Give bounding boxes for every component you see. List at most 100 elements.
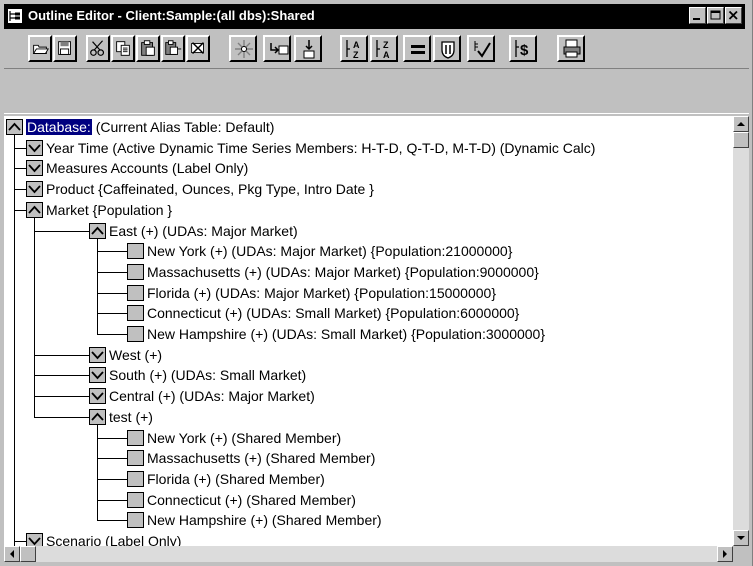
leaf-member-box[interactable] <box>127 470 144 487</box>
paste-button[interactable] <box>136 35 160 62</box>
scroll-down-button[interactable] <box>733 530 749 546</box>
tree-connector-line <box>14 135 15 546</box>
expand-toggle[interactable] <box>89 346 106 363</box>
tree-node[interactable]: test (+) <box>109 407 153 427</box>
vertical-scroll-thumb[interactable] <box>733 132 749 148</box>
vertical-scrollbar[interactable] <box>733 116 749 546</box>
member-name[interactable]: Measures <box>46 160 107 176</box>
leaf-member-box[interactable] <box>127 305 144 322</box>
member-name[interactable]: Central <box>109 388 154 404</box>
member-formula-button[interactable] <box>433 35 461 62</box>
member-name[interactable]: New York <box>147 430 206 446</box>
member-name[interactable]: New Hampshire <box>147 512 247 528</box>
leaf-member-box[interactable] <box>127 263 144 280</box>
sort-ascending-button[interactable]: AZ <box>340 35 368 62</box>
add-sibling-button[interactable] <box>263 35 291 62</box>
tree-node[interactable]: Market {Population } <box>46 200 172 220</box>
member-name[interactable]: East <box>109 223 137 239</box>
member-properties: (+) <box>131 408 153 425</box>
title-bar[interactable]: Outline Editor - Client:Sample:(all dbs)… <box>4 4 745 29</box>
member-name[interactable]: Florida <box>147 471 190 487</box>
tree-node[interactable]: New Hampshire (+) (UDAs: Small Market) {… <box>147 324 545 344</box>
tree-node[interactable]: Central (+) (UDAs: Major Market) <box>109 386 315 406</box>
scroll-right-button[interactable] <box>717 546 733 562</box>
member-name[interactable]: New York <box>147 243 206 259</box>
expand-toggle[interactable] <box>26 533 43 546</box>
member-name[interactable]: test <box>109 409 132 425</box>
tree-node[interactable]: New York (+) (Shared Member) <box>147 428 341 448</box>
member-name[interactable]: Scenario <box>46 533 101 546</box>
tree-node[interactable]: Massachusetts (+) (UDAs: Major Market) {… <box>147 262 539 282</box>
tree-node[interactable]: East (+) (UDAs: Major Market) <box>109 221 298 241</box>
add-child-button[interactable] <box>294 35 322 62</box>
member-name[interactable]: Year <box>46 140 74 156</box>
print-button[interactable] <box>557 35 585 62</box>
member-name[interactable]: West <box>109 347 141 363</box>
collapse-toggle[interactable] <box>6 119 23 135</box>
paste-sibling-button[interactable] <box>161 35 185 62</box>
member-name[interactable]: Market <box>46 202 89 218</box>
tree-node[interactable]: Florida (+) (UDAs: Major Market) {Popula… <box>147 283 496 303</box>
outline-tree[interactable]: Database: (Current Alias Table: Default)… <box>4 116 733 546</box>
collapse-toggle[interactable] <box>89 222 106 239</box>
vertical-scroll-track[interactable] <box>733 132 749 530</box>
tree-node[interactable]: New York (+) (UDAs: Major Market) {Popul… <box>147 241 512 261</box>
tree-node[interactable]: Florida (+) (Shared Member) <box>147 469 325 489</box>
formula-button[interactable] <box>403 35 431 62</box>
expand-toggle[interactable] <box>26 181 43 198</box>
sort-descending-button[interactable]: ZA <box>370 35 398 62</box>
leaf-member-box[interactable] <box>127 450 144 467</box>
scroll-up-button[interactable] <box>733 116 749 132</box>
tree-node[interactable]: Year Time (Active Dynamic Time Series Me… <box>46 138 595 158</box>
copy-button[interactable] <box>111 35 135 62</box>
member-name[interactable]: Database: <box>26 119 92 135</box>
expand-toggle[interactable] <box>26 160 43 177</box>
tree-node[interactable]: Scenario (Label Only) <box>46 531 181 546</box>
horizontal-scroll-track[interactable] <box>20 546 717 562</box>
tree-node[interactable]: Measures Accounts (Label Only) <box>46 158 248 178</box>
save-button[interactable] <box>53 35 77 62</box>
member-name[interactable]: Connecticut <box>147 305 221 321</box>
tree-node[interactable]: Product {Caffeinated, Ounces, Pkg Type, … <box>46 179 374 199</box>
expand-toggle[interactable] <box>89 388 106 405</box>
leaf-member-box[interactable] <box>127 326 144 342</box>
horizontal-scroll-thumb[interactable] <box>20 546 36 562</box>
leaf-member-box[interactable] <box>127 429 144 446</box>
verify-button[interactable] <box>467 35 495 62</box>
collapse-toggle[interactable] <box>89 408 106 425</box>
cut-button[interactable] <box>86 35 110 62</box>
member-name[interactable]: Massachusetts <box>147 450 240 466</box>
tree-node[interactable]: West (+) <box>109 345 162 365</box>
member-name[interactable]: New Hampshire <box>147 326 247 342</box>
delete-button[interactable] <box>186 35 210 62</box>
tree-node[interactable]: South (+) (UDAs: Small Market) <box>109 365 306 385</box>
scroll-left-button[interactable] <box>4 546 20 562</box>
horizontal-scrollbar[interactable] <box>4 546 733 562</box>
tree-connector-line <box>97 478 127 480</box>
tree-node[interactable]: New Hampshire (+) (Shared Member) <box>147 510 382 530</box>
member-name[interactable]: Massachusetts <box>147 264 240 280</box>
close-button[interactable] <box>725 7 742 24</box>
tree-connector-line <box>14 189 26 191</box>
expand-toggle[interactable] <box>89 367 106 384</box>
open-button[interactable] <box>28 35 52 62</box>
expand-toggle[interactable] <box>26 139 43 156</box>
tree-node[interactable]: Massachusetts (+) (Shared Member) <box>147 448 375 468</box>
member-name[interactable]: South <box>109 367 146 383</box>
member-name[interactable]: Florida <box>147 285 190 301</box>
sort-za-icon: ZA <box>376 40 390 60</box>
properties-button[interactable] <box>229 35 257 62</box>
member-name[interactable]: Connecticut <box>147 492 221 508</box>
minimize-button[interactable] <box>689 7 706 24</box>
maximize-button[interactable] <box>707 7 724 24</box>
tree-node[interactable]: Connecticut (+) (Shared Member) <box>147 490 356 510</box>
leaf-member-box[interactable] <box>127 284 144 301</box>
collapse-toggle[interactable] <box>26 201 43 218</box>
tree-node[interactable]: Database: (Current Alias Table: Default) <box>26 117 274 137</box>
tree-node[interactable]: Connecticut (+) (UDAs: Small Market) {Po… <box>147 303 519 323</box>
leaf-member-box[interactable] <box>127 512 144 529</box>
leaf-member-box[interactable] <box>127 491 144 508</box>
member-name[interactable]: Product <box>46 181 94 197</box>
currency-button[interactable]: $ <box>509 35 537 62</box>
leaf-member-box[interactable] <box>127 243 144 260</box>
